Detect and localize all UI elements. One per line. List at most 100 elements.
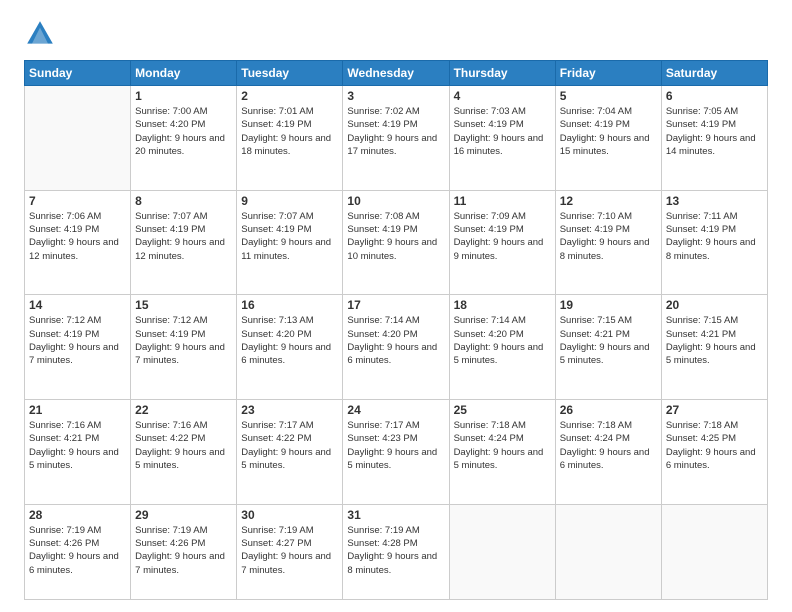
day-info: Sunrise: 7:17 AM Sunset: 4:22 PM Dayligh… bbox=[241, 419, 338, 472]
sunrise-text: Sunrise: 7:01 AM bbox=[241, 106, 313, 117]
calendar-day-cell: 9 Sunrise: 7:07 AM Sunset: 4:19 PM Dayli… bbox=[237, 190, 343, 295]
daylight-text: Daylight: 9 hours and 6 minutes. bbox=[29, 551, 119, 575]
day-info: Sunrise: 7:18 AM Sunset: 4:24 PM Dayligh… bbox=[454, 419, 551, 472]
calendar-day-cell: 25 Sunrise: 7:18 AM Sunset: 4:24 PM Dayl… bbox=[449, 400, 555, 505]
sunrise-text: Sunrise: 7:12 AM bbox=[29, 315, 101, 326]
day-info: Sunrise: 7:00 AM Sunset: 4:20 PM Dayligh… bbox=[135, 105, 232, 158]
day-info: Sunrise: 7:18 AM Sunset: 4:24 PM Dayligh… bbox=[560, 419, 657, 472]
day-number: 15 bbox=[135, 298, 232, 312]
calendar-day-cell: 18 Sunrise: 7:14 AM Sunset: 4:20 PM Dayl… bbox=[449, 295, 555, 400]
daylight-text: Daylight: 9 hours and 8 minutes. bbox=[560, 237, 650, 261]
calendar-day-cell: 28 Sunrise: 7:19 AM Sunset: 4:26 PM Dayl… bbox=[25, 504, 131, 599]
day-info: Sunrise: 7:16 AM Sunset: 4:22 PM Dayligh… bbox=[135, 419, 232, 472]
daylight-text: Daylight: 9 hours and 5 minutes. bbox=[347, 447, 437, 471]
day-info: Sunrise: 7:05 AM Sunset: 4:19 PM Dayligh… bbox=[666, 105, 763, 158]
day-info: Sunrise: 7:08 AM Sunset: 4:19 PM Dayligh… bbox=[347, 210, 444, 263]
sunset-text: Sunset: 4:19 PM bbox=[560, 224, 630, 235]
weekday-header-cell: Tuesday bbox=[237, 61, 343, 86]
day-number: 20 bbox=[666, 298, 763, 312]
calendar-day-cell: 5 Sunrise: 7:04 AM Sunset: 4:19 PM Dayli… bbox=[555, 86, 661, 191]
day-info: Sunrise: 7:07 AM Sunset: 4:19 PM Dayligh… bbox=[241, 210, 338, 263]
day-number: 3 bbox=[347, 89, 444, 103]
calendar-day-cell: 21 Sunrise: 7:16 AM Sunset: 4:21 PM Dayl… bbox=[25, 400, 131, 505]
daylight-text: Daylight: 9 hours and 7 minutes. bbox=[135, 342, 225, 366]
day-number: 18 bbox=[454, 298, 551, 312]
sunrise-text: Sunrise: 7:12 AM bbox=[135, 315, 207, 326]
calendar-week-row: 1 Sunrise: 7:00 AM Sunset: 4:20 PM Dayli… bbox=[25, 86, 768, 191]
calendar-day-cell bbox=[661, 504, 767, 599]
daylight-text: Daylight: 9 hours and 8 minutes. bbox=[666, 237, 756, 261]
daylight-text: Daylight: 9 hours and 12 minutes. bbox=[29, 237, 119, 261]
daylight-text: Daylight: 9 hours and 8 minutes. bbox=[347, 551, 437, 575]
daylight-text: Daylight: 9 hours and 9 minutes. bbox=[454, 237, 544, 261]
weekday-header-cell: Saturday bbox=[661, 61, 767, 86]
sunset-text: Sunset: 4:26 PM bbox=[29, 538, 99, 549]
sunset-text: Sunset: 4:19 PM bbox=[135, 224, 205, 235]
sunrise-text: Sunrise: 7:18 AM bbox=[560, 420, 632, 431]
calendar-day-cell: 17 Sunrise: 7:14 AM Sunset: 4:20 PM Dayl… bbox=[343, 295, 449, 400]
day-info: Sunrise: 7:15 AM Sunset: 4:21 PM Dayligh… bbox=[560, 314, 657, 367]
day-number: 10 bbox=[347, 194, 444, 208]
day-info: Sunrise: 7:12 AM Sunset: 4:19 PM Dayligh… bbox=[29, 314, 126, 367]
day-number: 9 bbox=[241, 194, 338, 208]
sunrise-text: Sunrise: 7:19 AM bbox=[29, 525, 101, 536]
day-number: 30 bbox=[241, 508, 338, 522]
sunset-text: Sunset: 4:21 PM bbox=[29, 433, 99, 444]
day-number: 22 bbox=[135, 403, 232, 417]
calendar-day-cell: 14 Sunrise: 7:12 AM Sunset: 4:19 PM Dayl… bbox=[25, 295, 131, 400]
sunset-text: Sunset: 4:23 PM bbox=[347, 433, 417, 444]
header bbox=[24, 18, 768, 50]
sunrise-text: Sunrise: 7:09 AM bbox=[454, 211, 526, 222]
daylight-text: Daylight: 9 hours and 11 minutes. bbox=[241, 237, 331, 261]
sunset-text: Sunset: 4:22 PM bbox=[241, 433, 311, 444]
day-info: Sunrise: 7:14 AM Sunset: 4:20 PM Dayligh… bbox=[347, 314, 444, 367]
calendar-day-cell: 8 Sunrise: 7:07 AM Sunset: 4:19 PM Dayli… bbox=[131, 190, 237, 295]
sunset-text: Sunset: 4:19 PM bbox=[135, 329, 205, 340]
calendar-day-cell: 16 Sunrise: 7:13 AM Sunset: 4:20 PM Dayl… bbox=[237, 295, 343, 400]
sunset-text: Sunset: 4:21 PM bbox=[666, 329, 736, 340]
sunset-text: Sunset: 4:19 PM bbox=[347, 224, 417, 235]
calendar-day-cell: 30 Sunrise: 7:19 AM Sunset: 4:27 PM Dayl… bbox=[237, 504, 343, 599]
sunrise-text: Sunrise: 7:06 AM bbox=[29, 211, 101, 222]
sunrise-text: Sunrise: 7:16 AM bbox=[29, 420, 101, 431]
calendar-day-cell: 3 Sunrise: 7:02 AM Sunset: 4:19 PM Dayli… bbox=[343, 86, 449, 191]
calendar-day-cell bbox=[555, 504, 661, 599]
day-info: Sunrise: 7:07 AM Sunset: 4:19 PM Dayligh… bbox=[135, 210, 232, 263]
sunrise-text: Sunrise: 7:05 AM bbox=[666, 106, 738, 117]
calendar-day-cell: 23 Sunrise: 7:17 AM Sunset: 4:22 PM Dayl… bbox=[237, 400, 343, 505]
calendar-week-row: 7 Sunrise: 7:06 AM Sunset: 4:19 PM Dayli… bbox=[25, 190, 768, 295]
logo-icon bbox=[24, 18, 56, 50]
calendar-day-cell: 22 Sunrise: 7:16 AM Sunset: 4:22 PM Dayl… bbox=[131, 400, 237, 505]
calendar-day-cell: 11 Sunrise: 7:09 AM Sunset: 4:19 PM Dayl… bbox=[449, 190, 555, 295]
calendar-day-cell: 6 Sunrise: 7:05 AM Sunset: 4:19 PM Dayli… bbox=[661, 86, 767, 191]
daylight-text: Daylight: 9 hours and 12 minutes. bbox=[135, 237, 225, 261]
calendar-day-cell: 27 Sunrise: 7:18 AM Sunset: 4:25 PM Dayl… bbox=[661, 400, 767, 505]
sunrise-text: Sunrise: 7:19 AM bbox=[241, 525, 313, 536]
day-number: 27 bbox=[666, 403, 763, 417]
weekday-header-cell: Monday bbox=[131, 61, 237, 86]
calendar-week-row: 14 Sunrise: 7:12 AM Sunset: 4:19 PM Dayl… bbox=[25, 295, 768, 400]
daylight-text: Daylight: 9 hours and 5 minutes. bbox=[560, 342, 650, 366]
sunrise-text: Sunrise: 7:14 AM bbox=[347, 315, 419, 326]
daylight-text: Daylight: 9 hours and 6 minutes. bbox=[560, 447, 650, 471]
sunset-text: Sunset: 4:20 PM bbox=[347, 329, 417, 340]
page: SundayMondayTuesdayWednesdayThursdayFrid… bbox=[0, 0, 792, 612]
daylight-text: Daylight: 9 hours and 6 minutes. bbox=[241, 342, 331, 366]
day-info: Sunrise: 7:14 AM Sunset: 4:20 PM Dayligh… bbox=[454, 314, 551, 367]
sunrise-text: Sunrise: 7:16 AM bbox=[135, 420, 207, 431]
day-info: Sunrise: 7:17 AM Sunset: 4:23 PM Dayligh… bbox=[347, 419, 444, 472]
calendar-day-cell: 10 Sunrise: 7:08 AM Sunset: 4:19 PM Dayl… bbox=[343, 190, 449, 295]
day-info: Sunrise: 7:19 AM Sunset: 4:26 PM Dayligh… bbox=[135, 524, 232, 577]
sunrise-text: Sunrise: 7:17 AM bbox=[347, 420, 419, 431]
sunset-text: Sunset: 4:19 PM bbox=[454, 119, 524, 130]
weekday-header-cell: Friday bbox=[555, 61, 661, 86]
day-info: Sunrise: 7:19 AM Sunset: 4:28 PM Dayligh… bbox=[347, 524, 444, 577]
daylight-text: Daylight: 9 hours and 6 minutes. bbox=[347, 342, 437, 366]
sunset-text: Sunset: 4:27 PM bbox=[241, 538, 311, 549]
daylight-text: Daylight: 9 hours and 5 minutes. bbox=[241, 447, 331, 471]
weekday-header-cell: Wednesday bbox=[343, 61, 449, 86]
sunset-text: Sunset: 4:25 PM bbox=[666, 433, 736, 444]
daylight-text: Daylight: 9 hours and 14 minutes. bbox=[666, 133, 756, 157]
day-info: Sunrise: 7:09 AM Sunset: 4:19 PM Dayligh… bbox=[454, 210, 551, 263]
sunrise-text: Sunrise: 7:19 AM bbox=[347, 525, 419, 536]
